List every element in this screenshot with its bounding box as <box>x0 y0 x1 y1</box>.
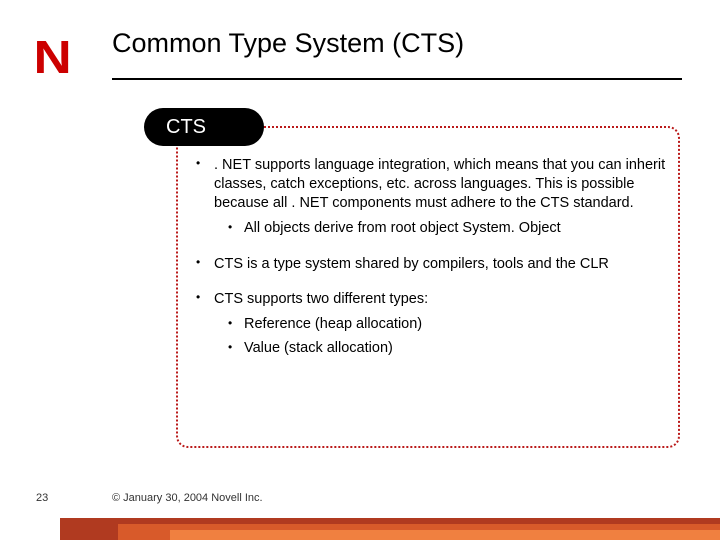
title-divider <box>112 78 682 80</box>
slide: N Common Type System (CTS) CTS . NET sup… <box>0 0 720 540</box>
logo: N <box>34 30 72 84</box>
page-number: 23 <box>36 492 48 504</box>
copyright: © January 30, 2004 Novell Inc. <box>112 492 263 504</box>
content-box <box>176 126 680 448</box>
section-badge: CTS <box>144 108 264 146</box>
page-title: Common Type System (CTS) <box>112 28 464 59</box>
footer-bar-light <box>170 530 720 540</box>
